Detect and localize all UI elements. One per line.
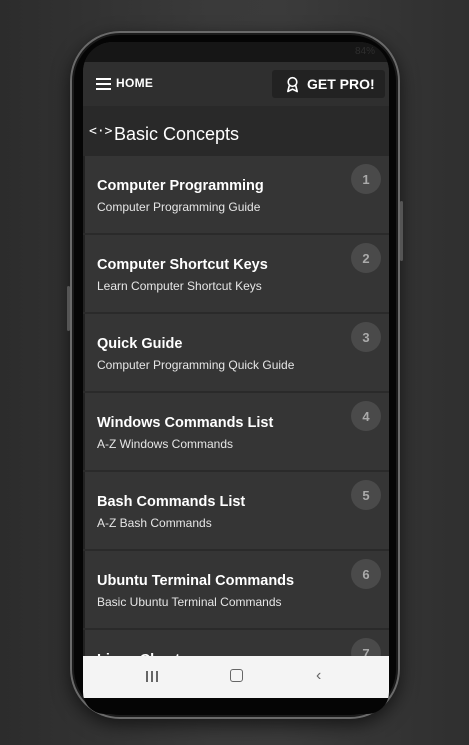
power-button xyxy=(400,201,403,261)
item-number-badge: 6 xyxy=(351,559,381,589)
volume-button xyxy=(67,286,70,331)
get-pro-label: GET PRO! xyxy=(307,76,375,92)
battery-text: 84% xyxy=(354,46,375,57)
item-number-badge: 3 xyxy=(351,322,381,352)
system-nav-bar: ‹ xyxy=(83,656,389,698)
item-title: Ubuntu Terminal Commands xyxy=(97,573,295,589)
list-item[interactable]: Computer Programming Computer Programmin… xyxy=(83,156,389,233)
section-title: Basic Concepts xyxy=(114,124,240,144)
get-pro-button[interactable]: GET PRO! xyxy=(272,70,385,98)
item-number-badge: 2 xyxy=(351,243,381,273)
item-title: Windows Commands List xyxy=(97,415,274,431)
list-item[interactable]: Ubuntu Terminal Commands Basic Ubuntu Te… xyxy=(83,551,389,628)
item-subtitle: Basic Ubuntu Terminal Commands xyxy=(97,595,282,609)
list-item[interactable]: Bash Commands List A-Z Bash Commands 5 xyxy=(83,472,389,549)
app-screen: 84% HOME GET PRO! <·> Basic Concepts Com… xyxy=(83,42,389,714)
home-icon[interactable] xyxy=(230,669,243,682)
item-title: Computer Shortcut Keys xyxy=(97,257,268,273)
item-subtitle: Computer Programming Guide xyxy=(97,200,261,214)
list-item[interactable]: Computer Shortcut Keys Learn Computer Sh… xyxy=(83,235,389,312)
status-bar: 84% xyxy=(83,42,389,62)
item-subtitle: Computer Programming Quick Guide xyxy=(97,358,295,372)
section-header: <·> Basic Concepts xyxy=(83,106,389,156)
topic-list: Computer Programming Computer Programmin… xyxy=(83,156,389,709)
back-icon[interactable]: ‹ xyxy=(316,668,321,684)
item-number-badge: 1 xyxy=(351,164,381,194)
item-subtitle: Learn Computer Shortcut Keys xyxy=(97,279,262,293)
item-number-badge: 4 xyxy=(351,401,381,431)
app-bar: HOME GET PRO! xyxy=(83,62,389,106)
list-item[interactable]: Quick Guide Computer Programming Quick G… xyxy=(83,314,389,391)
item-title: Computer Programming xyxy=(97,178,264,194)
award-ribbon-icon xyxy=(287,76,298,93)
item-subtitle: A-Z Windows Commands xyxy=(97,437,234,451)
item-title: Bash Commands List xyxy=(97,494,246,510)
code-arrows-icon: <·> xyxy=(89,124,113,139)
home-button[interactable]: HOME xyxy=(116,76,153,90)
item-subtitle: A-Z Bash Commands xyxy=(97,516,212,530)
bottom-bezel xyxy=(83,698,389,714)
recents-icon[interactable] xyxy=(145,669,159,683)
item-number-badge: 5 xyxy=(351,480,381,510)
hamburger-menu-icon[interactable] xyxy=(96,78,111,90)
item-title: Quick Guide xyxy=(97,336,183,352)
list-item[interactable]: Windows Commands List A-Z Windows Comman… xyxy=(83,393,389,470)
